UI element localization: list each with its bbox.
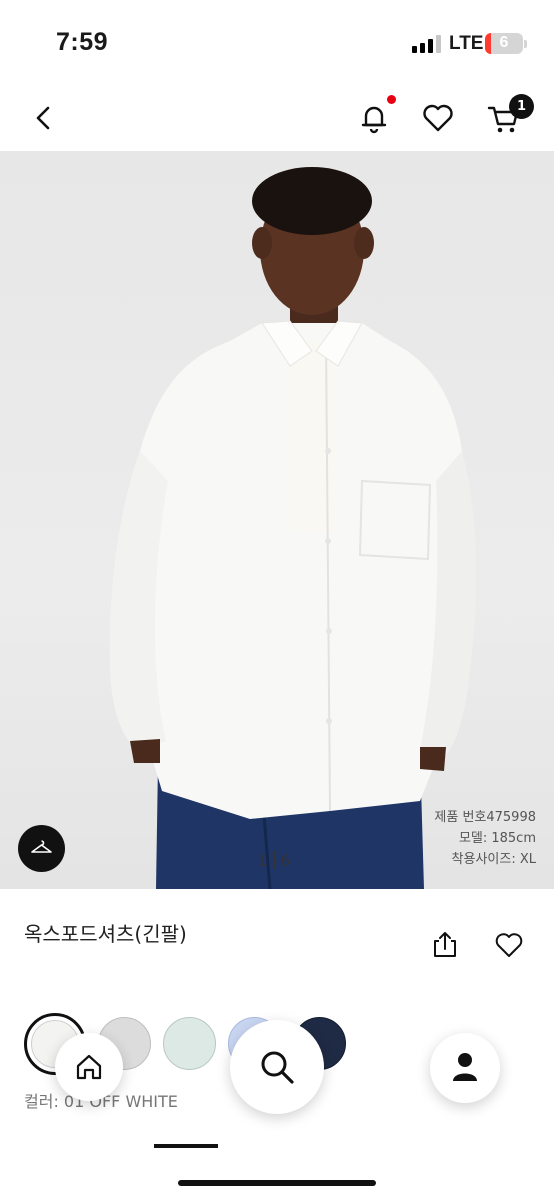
wishlist-button[interactable] [421, 102, 455, 134]
battery-icon: 6 [485, 33, 523, 54]
product-photo [109, 167, 477, 889]
model-height: 모델: 185cm [458, 831, 536, 846]
network-type: LTE [449, 33, 484, 54]
share-button[interactable] [430, 930, 460, 960]
product-number: 제품 번호475998 [434, 810, 536, 825]
heart-icon [495, 933, 523, 957]
home-button[interactable] [55, 1033, 123, 1101]
heart-icon [423, 104, 453, 132]
image-pager: 16 [258, 851, 290, 870]
tab-indicator [154, 1144, 218, 1148]
bell-icon [361, 106, 387, 134]
favorite-button[interactable] [494, 930, 524, 960]
hanger-icon [31, 840, 52, 853]
battery-percent: 6 [499, 34, 509, 51]
notification-button[interactable] [356, 100, 392, 136]
battery-cap [524, 40, 527, 48]
cart-count-badge: 1 [509, 94, 534, 119]
product-title: 옥스포드셔츠(긴팔) [24, 922, 187, 946]
pager-current: 1 [258, 852, 268, 870]
back-icon [36, 106, 50, 130]
home-icon [76, 1054, 102, 1080]
account-icon [453, 1053, 477, 1081]
size-fit-button[interactable] [18, 825, 65, 872]
app-header: 1 [0, 86, 554, 150]
back-button[interactable] [28, 102, 60, 134]
color-swatch-mint[interactable] [163, 1017, 216, 1070]
account-button[interactable] [430, 1033, 500, 1103]
status-bar: 7:59 LTE 6 [0, 0, 554, 80]
pager-total: 6 [280, 852, 291, 870]
home-indicator [178, 1180, 376, 1186]
status-time: 7:59 [56, 28, 109, 56]
search-icon [261, 1051, 294, 1084]
model-info: 제품 번호475998 모델: 185cm 착용사이즈: XL [434, 807, 536, 870]
search-button[interactable] [230, 1020, 324, 1114]
signal-icon [412, 35, 442, 53]
pager-separator [273, 851, 275, 869]
model-size: 착용사이즈: XL [451, 852, 536, 867]
notification-dot [387, 95, 396, 104]
product-image-gallery[interactable]: 16 제품 번호475998 모델: 185cm 착용사이즈: XL [0, 151, 554, 889]
share-icon [434, 932, 456, 957]
